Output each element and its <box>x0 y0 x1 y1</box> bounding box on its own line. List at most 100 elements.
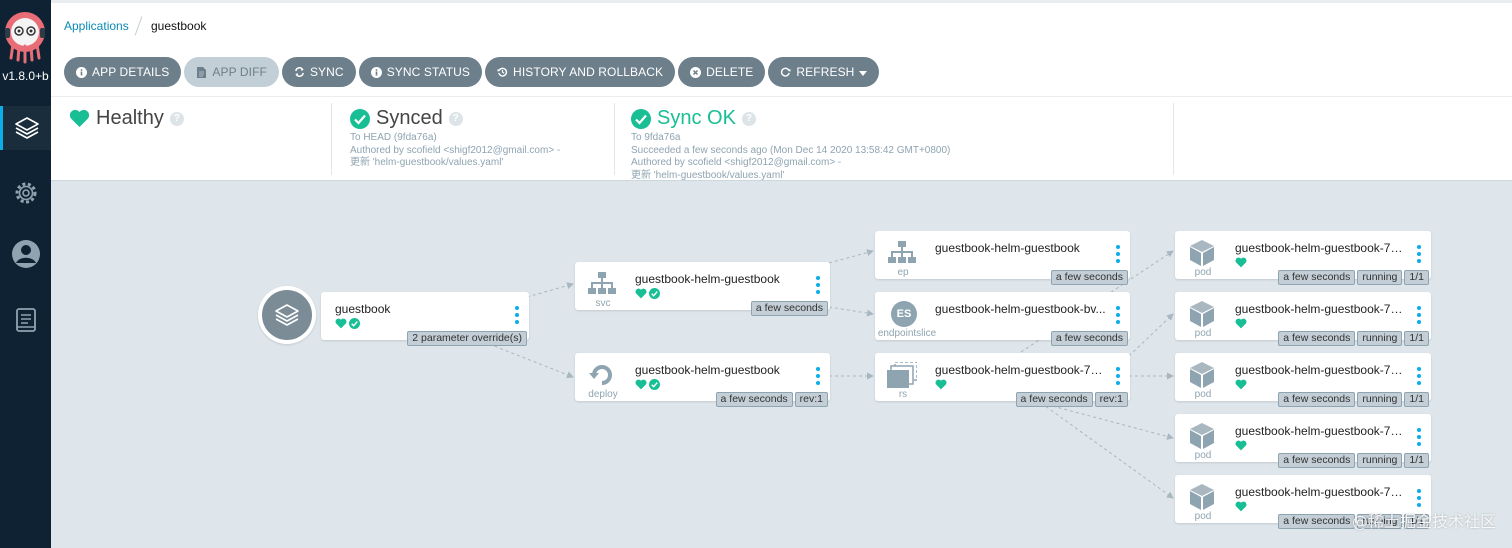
check-circle-icon <box>349 318 360 329</box>
deploy-node[interactable]: deploy guestbook-helm-guestbook a few se… <box>575 353 830 407</box>
status-divider <box>331 103 332 175</box>
sync-status: Synced ? To HEAD (9fda76a) Authored by s… <box>350 107 560 191</box>
caret-down-icon[interactable] <box>859 65 868 79</box>
node-name: guestbook-helm-guestbook <box>635 272 780 286</box>
node-menu-icon[interactable] <box>1417 306 1421 324</box>
app-details-label: APP DETAILS <box>92 65 170 79</box>
node-menu-icon[interactable] <box>1417 428 1421 446</box>
node-kind: endpointslice <box>877 328 937 339</box>
health-title: Healthy <box>96 107 164 129</box>
deploy-icon <box>587 360 617 390</box>
docs-icon <box>15 308 36 332</box>
node-kind: pod <box>1194 267 1212 278</box>
age-badge: a few seconds <box>1278 331 1356 346</box>
pod-node[interactable]: pod guestbook-helm-guestbook-7b... a few… <box>1175 414 1431 468</box>
ready-count-badge: 1/1 <box>1404 331 1429 346</box>
node-kind: pod <box>1194 511 1212 522</box>
heart-icon <box>1235 257 1247 268</box>
refresh-button[interactable]: REFRESH <box>768 57 880 87</box>
sidebar-item-user-info[interactable] <box>0 232 51 276</box>
pod-node[interactable]: pod guestbook-helm-guestbook-7b... a few… <box>1175 292 1431 346</box>
pod-cube-icon <box>1187 360 1217 390</box>
app-node[interactable]: guestbook 2 parameter override(s) <box>321 292 529 346</box>
pod-node[interactable]: pod guestbook-helm-guestbook-7b... a few… <box>1175 353 1431 407</box>
user-icon <box>11 240 40 268</box>
parameter-overrides-badge: 2 parameter override(s) <box>407 331 527 346</box>
node-kind: svc <box>595 298 611 309</box>
age-badge: a few seconds <box>1278 392 1356 407</box>
info-icon <box>370 66 382 78</box>
node-menu-icon[interactable] <box>515 306 519 324</box>
heart-icon <box>635 379 647 390</box>
node-menu-icon[interactable] <box>1417 245 1421 263</box>
node-menu-icon[interactable] <box>1116 367 1120 385</box>
app-node-name: guestbook <box>335 302 391 316</box>
health-status: Healthy ? <box>69 107 184 191</box>
replicaset-icon <box>887 360 917 390</box>
node-menu-icon[interactable] <box>1417 367 1421 385</box>
endpointslice-node[interactable]: ES endpointslice guestbook-helm-guestboo… <box>875 292 1130 346</box>
sync-status-button[interactable]: SYNC STATUS <box>358 57 483 87</box>
layers-icon <box>275 304 299 326</box>
node-name: guestbook-helm-guestbook-7b... <box>1235 302 1407 316</box>
node-menu-icon[interactable] <box>1116 306 1120 324</box>
revision-badge: rev:1 <box>1094 392 1128 407</box>
heart-icon <box>69 109 90 127</box>
node-name: guestbook-helm-guestbook <box>935 241 1080 255</box>
pod-state-badge: running <box>1357 270 1403 285</box>
app-node-icon[interactable] <box>258 286 316 344</box>
app-diff-button[interactable]: APP DIFF <box>184 57 279 87</box>
age-badge: a few seconds <box>715 392 793 407</box>
pod-cube-icon <box>1187 482 1217 512</box>
sidebar-item-settings[interactable] <box>0 171 51 215</box>
age-badge: a few seconds <box>1278 453 1356 468</box>
sync-status-label: SYNC STATUS <box>386 65 471 79</box>
delete-label: DELETE <box>706 65 754 79</box>
node-menu-icon[interactable] <box>1116 245 1120 263</box>
operation-status: Sync OK ? To 9fda76a Succeeded a few sec… <box>631 107 950 191</box>
pod-node[interactable]: pod guestbook-helm-guestbook-7b... a few… <box>1175 231 1431 285</box>
check-circle-icon <box>649 379 660 390</box>
help-icon[interactable]: ? <box>741 111 756 126</box>
sync-button[interactable]: SYNC <box>281 57 356 87</box>
network-icon <box>587 269 617 299</box>
check-circle-icon <box>649 288 660 299</box>
pod-state-badge: running <box>1357 331 1403 346</box>
age-badge: a few seconds <box>1050 331 1128 346</box>
node-menu-icon[interactable] <box>816 367 820 385</box>
sync-icon <box>294 67 305 78</box>
node-name: guestbook-helm-guestbook-7b... <box>1235 485 1407 499</box>
version-label: v1.8.0+b <box>2 69 49 83</box>
operation-result: Succeeded a few seconds ago (Mon Dec 14 … <box>631 144 951 156</box>
delete-button[interactable]: DELETE <box>678 57 766 87</box>
ep-node[interactable]: ep guestbook-helm-guestbook a few second… <box>875 231 1130 285</box>
sidebar-item-applications[interactable] <box>0 106 51 150</box>
node-menu-icon[interactable] <box>1417 489 1421 507</box>
sidebar: v1.8.0+b <box>0 0 51 548</box>
status-divider <box>614 103 615 175</box>
node-menu-icon[interactable] <box>816 276 820 294</box>
svc-node[interactable]: svc guestbook-helm-guestbook a few secon… <box>575 262 830 316</box>
help-icon[interactable]: ? <box>448 111 463 126</box>
sync-author: Authored by scofield <shigf2012@gmail.co… <box>350 144 561 156</box>
help-icon[interactable]: ? <box>169 111 184 126</box>
app-details-button[interactable]: APP DETAILS <box>64 57 182 87</box>
node-kind: pod <box>1194 450 1212 461</box>
history-rollback-button[interactable]: HISTORY AND ROLLBACK <box>485 57 676 87</box>
sidebar-item-docs[interactable] <box>0 298 51 342</box>
refresh-label: REFRESH <box>796 65 855 79</box>
age-badge: a few seconds <box>750 301 828 316</box>
breadcrumb-current: guestbook <box>151 19 207 33</box>
status-panel: Healthy ? Synced ? To HEAD (9fda76a) Aut… <box>51 96 1512 181</box>
times-circle-icon <box>690 66 702 78</box>
age-badge: a few seconds <box>1278 514 1356 529</box>
heart-icon <box>1235 501 1247 512</box>
argo-logo-icon[interactable] <box>3 10 47 66</box>
resource-tree-canvas: guestbook 2 parameter override(s) svc gu… <box>51 180 1512 548</box>
node-kind: ep <box>897 267 909 278</box>
ready-count-badge: 1/1 <box>1404 392 1429 407</box>
breadcrumb-separator <box>134 16 143 36</box>
breadcrumb-applications-link[interactable]: Applications <box>64 19 129 33</box>
rs-node[interactable]: rs guestbook-helm-guestbook-7b... a few … <box>875 353 1130 407</box>
operation-title: Sync OK <box>657 107 736 129</box>
